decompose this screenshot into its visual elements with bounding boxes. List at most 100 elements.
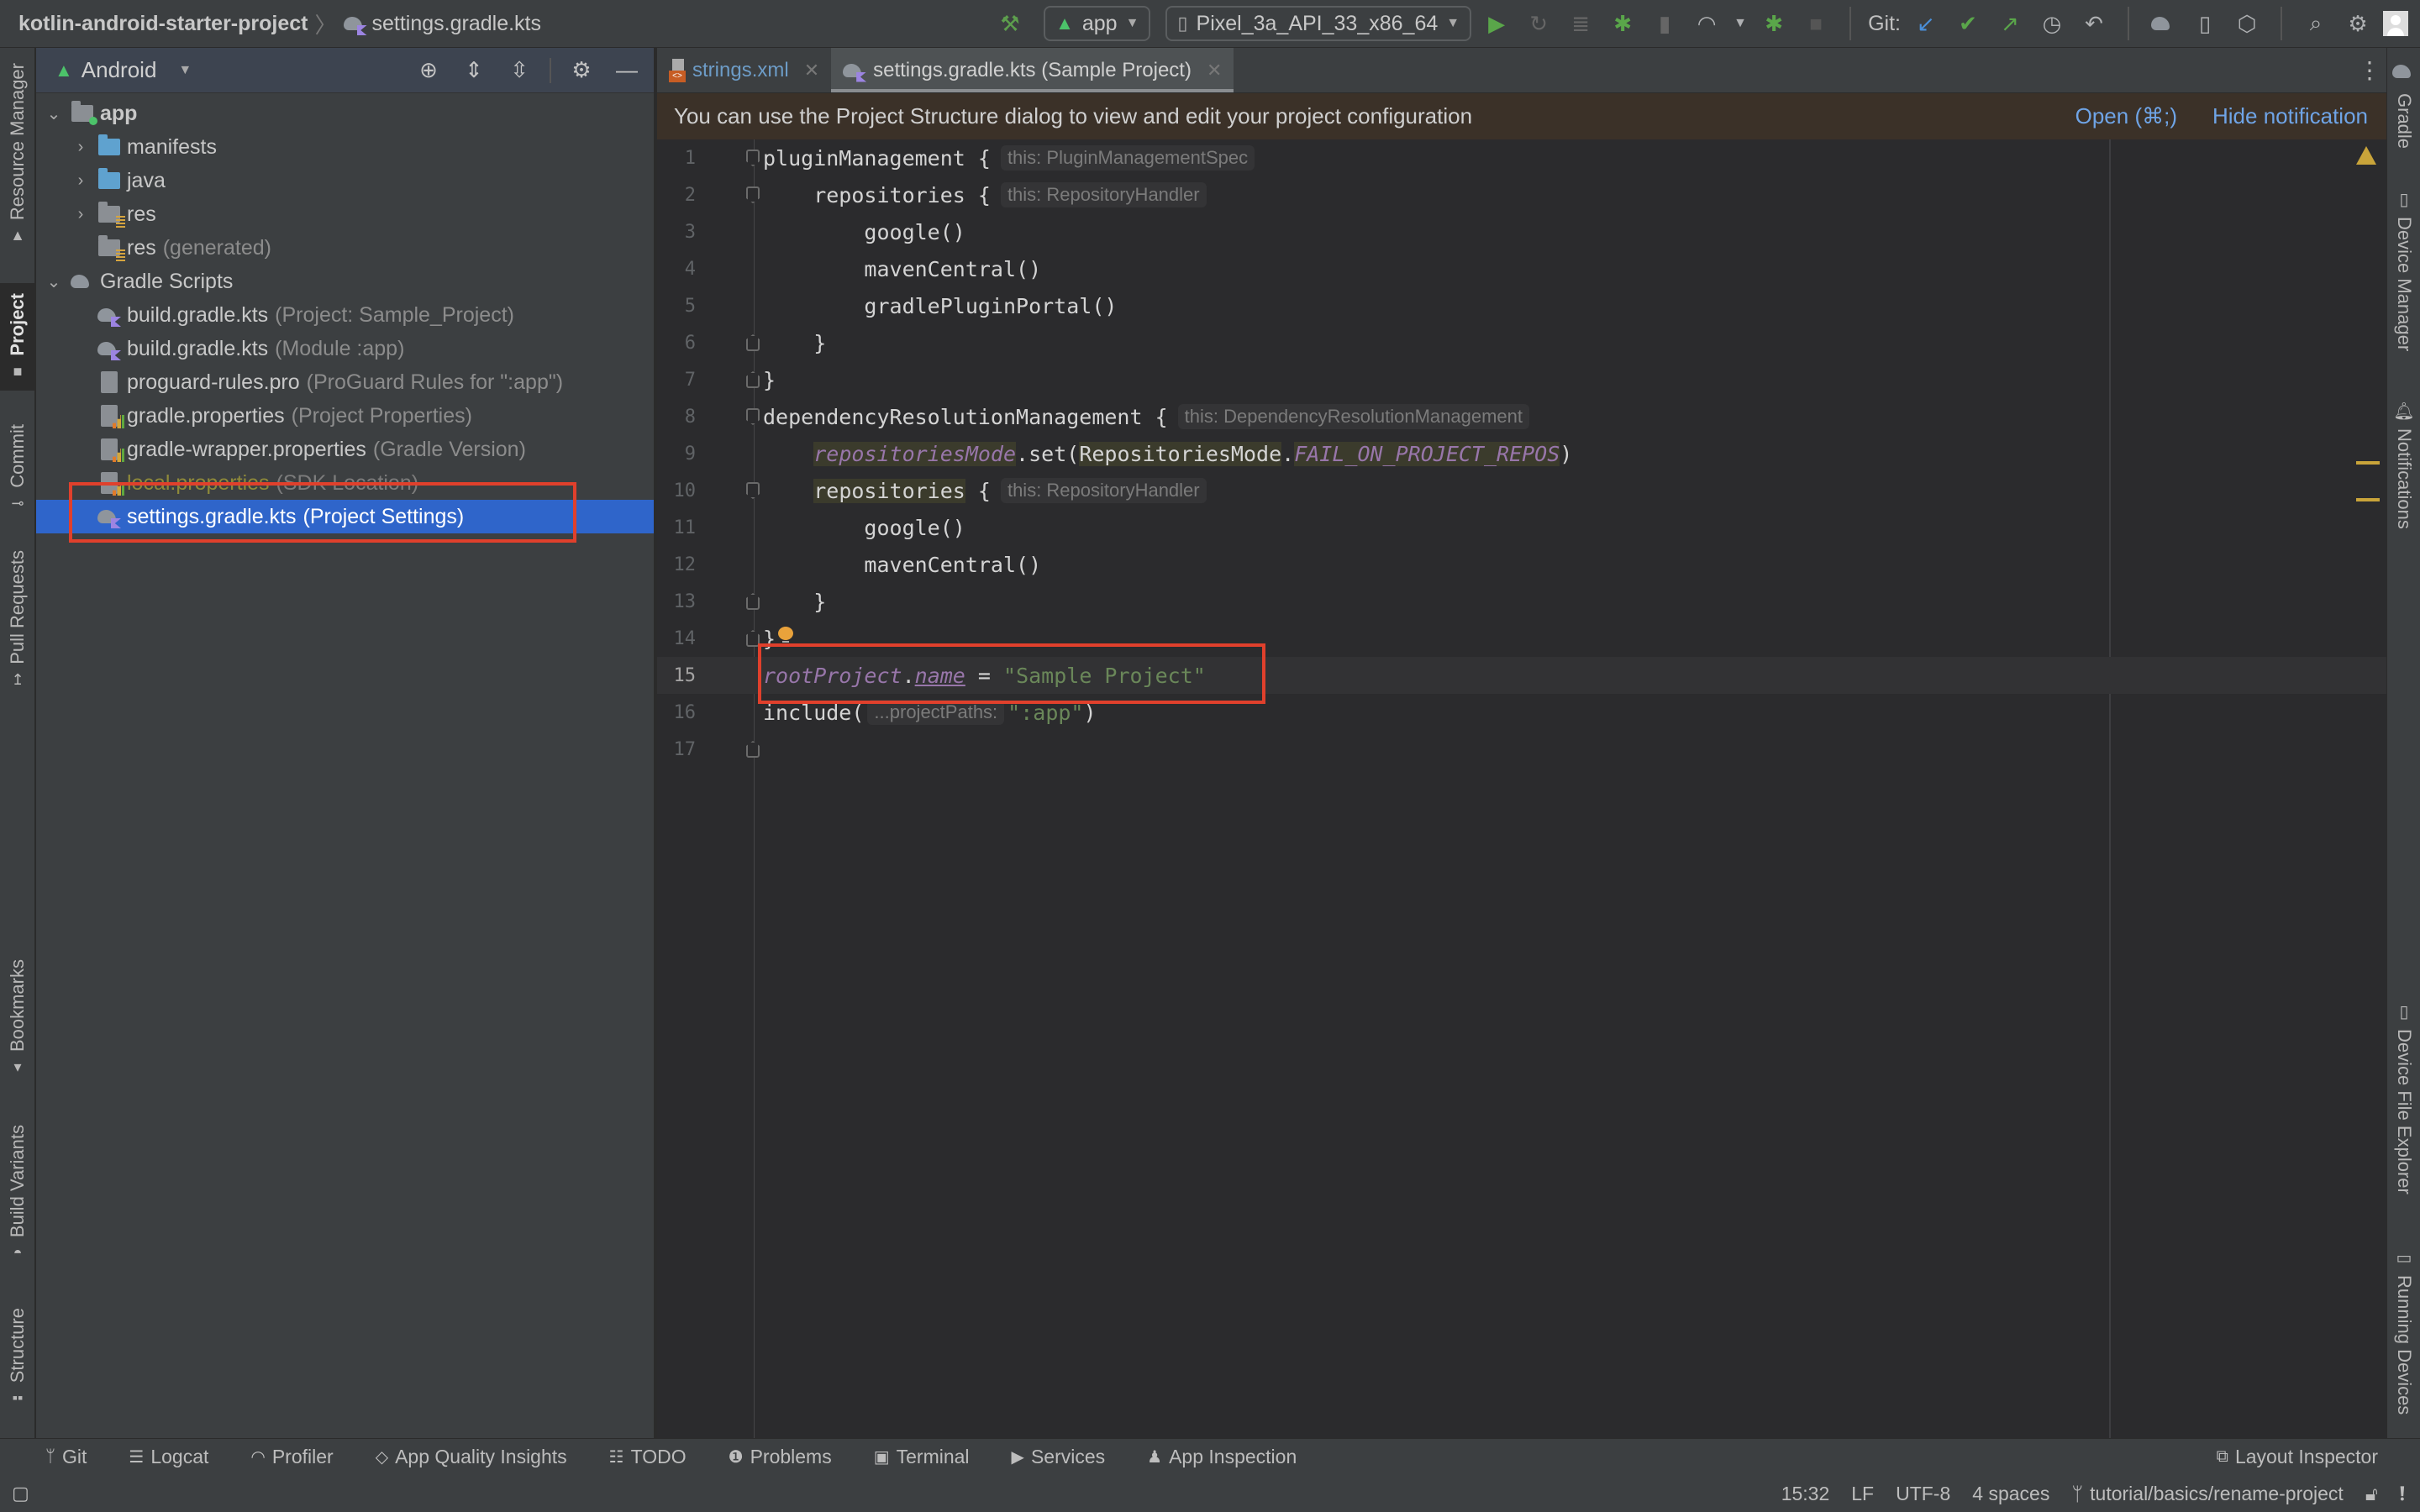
tree-item-build-gradle-module[interactable]: build.gradle.kts (Module :app)	[36, 332, 654, 365]
open-project-structure-link[interactable]: Open (⌘;)	[2075, 103, 2177, 129]
chevron-right-icon[interactable]: ›	[71, 171, 90, 191]
toggle-tool-windows-icon[interactable]: ▢	[12, 1483, 29, 1504]
profile-icon[interactable]: ◠	[1690, 7, 1723, 40]
tool-tab-structure[interactable]: Structure ▪▪	[0, 1308, 35, 1407]
file-encoding[interactable]: UTF-8	[1896, 1483, 1950, 1505]
gear-icon[interactable]: ⚙	[565, 54, 598, 87]
close-icon[interactable]: ✕	[1207, 60, 1222, 81]
tool-problems[interactable]: ❶ Problems	[729, 1446, 832, 1468]
tree-item-java[interactable]: › java	[36, 164, 654, 197]
fold-icon[interactable]	[746, 482, 760, 499]
tree-item-gradle-wrapper-properties[interactable]: gradle-wrapper.properties (Gradle Versio…	[36, 433, 654, 466]
avd-manager-icon[interactable]: ▯	[2188, 7, 2222, 40]
debug-icon[interactable]: ✱	[1606, 7, 1639, 40]
fold-icon[interactable]	[746, 630, 760, 647]
gradle-sync-icon[interactable]	[2146, 7, 2180, 40]
git-update-icon[interactable]: ↙	[1909, 7, 1943, 40]
history-icon[interactable]: ◷	[2035, 7, 2069, 40]
locate-file-icon[interactable]: ⊕	[412, 54, 445, 87]
chevron-down-icon[interactable]: ▼	[178, 63, 192, 78]
apply-changes-icon[interactable]: ↻	[1522, 7, 1555, 40]
settings-icon[interactable]: ⚙	[2341, 7, 2375, 40]
tab-settings-gradle[interactable]: settings.gradle.kts (Sample Project) ✕	[831, 48, 1234, 92]
fold-icon[interactable]	[746, 408, 760, 425]
tree-item-res[interactable]: › res	[36, 197, 654, 231]
fold-icon[interactable]	[746, 150, 760, 166]
fold-icon[interactable]	[746, 593, 760, 610]
tree-item-app[interactable]: ⌄ app	[36, 97, 654, 130]
tree-item-manifests[interactable]: › manifests	[36, 130, 654, 164]
view-mode-label[interactable]: Android	[82, 57, 157, 83]
attach-debugger-android-icon[interactable]: ✱	[1757, 7, 1791, 40]
tool-tab-notifications[interactable]: 🔔︎ Notifications	[2387, 401, 2420, 529]
chevron-right-icon[interactable]: ›	[71, 205, 90, 224]
tool-tab-device-manager[interactable]: ▯ Device Manager	[2387, 189, 2420, 351]
tool-todo[interactable]: ☷ TODO	[609, 1446, 687, 1468]
fold-icon[interactable]	[746, 334, 760, 351]
tree-item-res-generated[interactable]: res (generated)	[36, 231, 654, 265]
chevron-down-icon[interactable]: ⌄	[45, 103, 63, 124]
lightbulb-icon[interactable]	[778, 627, 793, 646]
run-configuration-dropdown[interactable]: ▲ app ▼	[1044, 6, 1151, 41]
stop-icon[interactable]: ■	[1799, 7, 1833, 40]
chevron-down-icon[interactable]: ⌄	[45, 271, 63, 292]
tool-profiler[interactable]: ◠ Profiler	[250, 1446, 333, 1468]
tool-layout-inspector[interactable]: ⧉ Layout Inspector	[2217, 1446, 2378, 1468]
unlock-icon[interactable]: 🔓︎	[2365, 1483, 2378, 1505]
chevron-down-icon[interactable]: ▼	[1732, 7, 1749, 40]
breadcrumb-project[interactable]: kotlin-android-starter-project	[18, 12, 308, 36]
tool-tab-device-file-explorer[interactable]: ▯ Device File Explorer	[2387, 1001, 2420, 1194]
tool-tab-build-variants[interactable]: Build Variants ◓	[0, 1125, 35, 1262]
tree-item-gradle-properties[interactable]: gradle.properties (Project Properties)	[36, 399, 654, 433]
tree-item-local-properties[interactable]: local.properties (SDK Location)	[36, 466, 654, 500]
tool-tab-running-devices[interactable]: ▭ Running Devices	[2387, 1247, 2420, 1415]
tool-git[interactable]: ᛘ Git	[45, 1446, 87, 1468]
fold-icon[interactable]	[746, 186, 760, 203]
close-icon[interactable]: ✕	[804, 60, 819, 81]
tree-item-gradle-scripts[interactable]: ⌄ Gradle Scripts	[36, 265, 654, 298]
search-icon[interactable]: ⌕	[2299, 7, 2333, 40]
attach-debugger-icon[interactable]: ▮	[1648, 7, 1681, 40]
git-branch-widget[interactable]: ᛘ tutorial/basics/rename-project	[2071, 1483, 2344, 1505]
minimize-icon[interactable]: —	[610, 54, 644, 87]
hammer-icon[interactable]: ⚒	[993, 7, 1027, 40]
fold-icon[interactable]	[746, 741, 760, 758]
tool-tab-pull-requests[interactable]: Pull Requests ↥	[0, 550, 35, 689]
tool-terminal[interactable]: ▣ Terminal	[874, 1446, 970, 1468]
expand-all-icon[interactable]: ⇕	[457, 54, 491, 87]
avatar[interactable]	[2383, 11, 2408, 36]
caret-position[interactable]: 15:32	[1781, 1483, 1830, 1505]
device-dropdown[interactable]: ▯ Pixel_3a_API_33_x86_64 ▼	[1165, 6, 1472, 41]
bookmark-icon: ▾	[13, 1058, 22, 1076]
indent-setting[interactable]: 4 spaces	[1972, 1483, 2049, 1505]
apply-code-changes-icon[interactable]: ≣	[1564, 7, 1597, 40]
tool-logcat[interactable]: ☰ Logcat	[129, 1446, 208, 1468]
text-file-icon	[97, 371, 122, 393]
tool-tab-bookmarks[interactable]: Bookmarks ▾	[0, 959, 35, 1076]
tree-item-settings-gradle[interactable]: settings.gradle.kts (Project Settings)	[36, 500, 654, 533]
tree-item-proguard-rules[interactable]: proguard-rules.pro (ProGuard Rules for "…	[36, 365, 654, 399]
fold-icon[interactable]	[746, 371, 760, 388]
tool-app-inspection[interactable]: ♟ App Inspection	[1147, 1446, 1297, 1468]
tree-item-build-gradle-project[interactable]: build.gradle.kts (Project: Sample_Projec…	[36, 298, 654, 332]
run-icon[interactable]: ▶	[1480, 7, 1513, 40]
git-commit-icon[interactable]: ✔	[1951, 7, 1985, 40]
tool-services[interactable]: ▶ Services	[1012, 1446, 1106, 1468]
breadcrumb-file[interactable]: settings.gradle.kts	[372, 12, 542, 36]
rollback-icon[interactable]: ↶	[2077, 7, 2111, 40]
tool-app-quality-insights[interactable]: ◇ App Quality Insights	[376, 1446, 567, 1468]
more-options-icon[interactable]: ⋮	[2353, 48, 2386, 92]
tool-tab-commit[interactable]: Commit ⊸	[0, 424, 35, 512]
tool-tab-resource-manager[interactable]: Resource Manager ▲	[0, 63, 35, 244]
git-push-icon[interactable]: ↗	[1993, 7, 2027, 40]
tool-tab-project[interactable]: Project ■	[0, 283, 35, 391]
sdk-manager-icon[interactable]: ⬡	[2230, 7, 2264, 40]
tab-strings-xml[interactable]: strings.xml ✕	[657, 48, 831, 92]
event-log-icon[interactable]: ❗︎	[2400, 1483, 2405, 1505]
code-editor[interactable]: 1 pluginManagement {this: PluginManageme…	[657, 139, 2386, 1438]
hide-notification-link[interactable]: Hide notification	[2212, 103, 2368, 129]
tool-tab-gradle[interactable]: Gradle	[2387, 61, 2420, 149]
chevron-right-icon[interactable]: ›	[71, 138, 90, 157]
collapse-all-icon[interactable]: ⇳	[502, 54, 536, 87]
line-separator[interactable]: LF	[1851, 1483, 1874, 1505]
